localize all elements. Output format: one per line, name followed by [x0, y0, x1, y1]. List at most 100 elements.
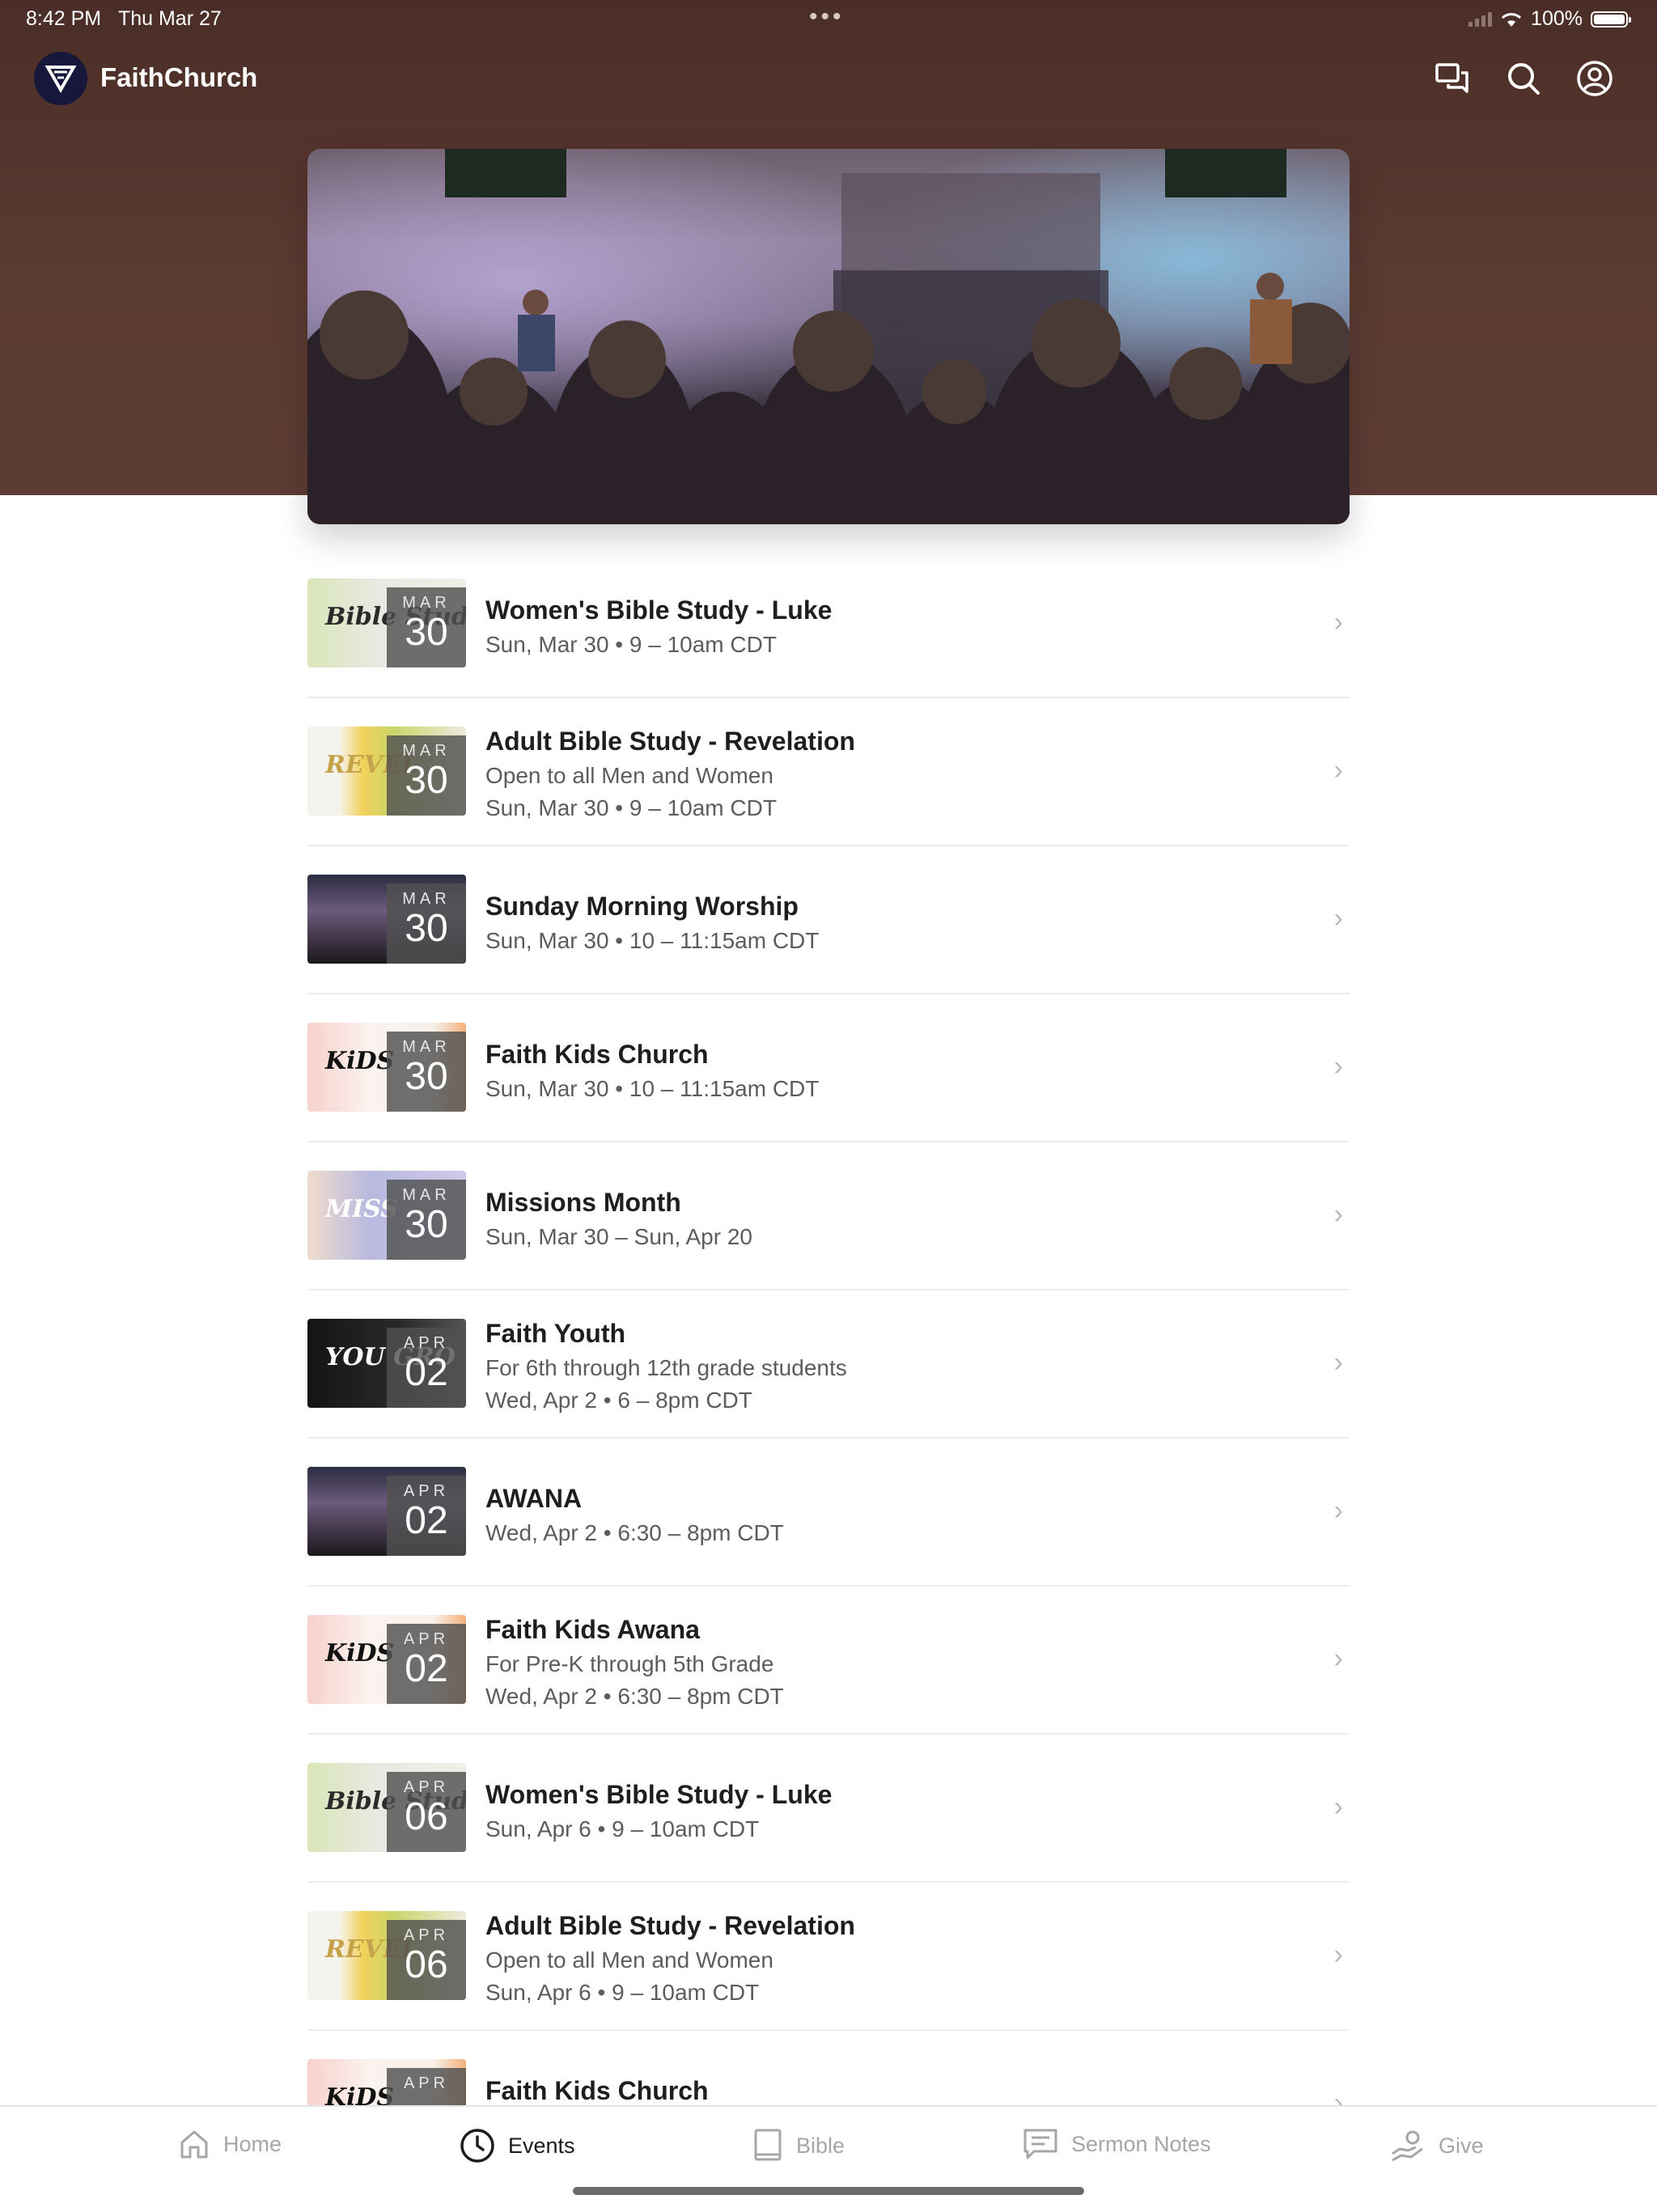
event-row[interactable]: KiDS APR 02 Faith Kids Awana For Pre-K t…: [307, 1587, 1350, 1735]
chevron-right-icon: ›: [1333, 1495, 1343, 1526]
event-month: MAR: [402, 890, 451, 908]
event-art-text: KiDS: [325, 1639, 395, 1667]
home-indicator[interactable]: [573, 2187, 1084, 2195]
home-icon: [180, 2130, 208, 2159]
event-date-badge: APR 06: [387, 1772, 466, 1852]
multitasking-dots-icon[interactable]: •••: [809, 3, 845, 31]
event-thumbnail: Bible Study APR 06: [307, 1763, 466, 1852]
event-title: AWANA: [485, 1484, 583, 1513]
event-month: APR: [403, 1482, 450, 1500]
event-title: Faith Kids Awana: [485, 1615, 700, 1644]
event-info: Faith Youth For 6th through 12th grade s…: [485, 1319, 847, 1413]
event-row[interactable]: REVEL APR 06 Adult Bible Study - Revelat…: [307, 1883, 1350, 2031]
tab-label: Sermon Notes: [1071, 2131, 1211, 2156]
chevron-right-icon: ›: [1333, 755, 1343, 786]
event-date-badge: MAR 30: [387, 1180, 466, 1260]
event-day: 30: [405, 1203, 448, 1246]
tab-home[interactable]: Home: [178, 2128, 282, 2160]
chevron-right-icon: ›: [1333, 1939, 1343, 1970]
event-title: Women's Bible Study - Luke: [485, 595, 833, 625]
event-subtitle: Open to all Men and Women: [485, 1947, 773, 1973]
app-name: FaithChurch: [100, 62, 258, 92]
event-day: 30: [405, 907, 448, 950]
event-row[interactable]: MISS MAR 30 Missions Month Sun, Mar 30 –…: [307, 1142, 1350, 1290]
event-row[interactable]: APR 02 AWANA Wed, Apr 2 • 6:30 – 8pm CDT…: [307, 1439, 1350, 1587]
event-subtitle: For Pre-K through 5th Grade: [485, 1651, 774, 1676]
tab-bible[interactable]: Bible: [752, 2128, 845, 2163]
event-title: Adult Bible Study - Revelation: [485, 1911, 855, 1940]
chevron-right-icon: ›: [1333, 1051, 1343, 1082]
events-list: Bible Study MAR 30 Women's Bible Study -…: [307, 550, 1350, 2179]
cellular-signal-icon: [1468, 11, 1493, 27]
chevron-right-icon: ›: [1333, 1199, 1343, 1230]
chevron-right-icon: ›: [1333, 1643, 1343, 1674]
event-time: Wed, Apr 2 • 6:30 – 8pm CDT: [485, 1520, 784, 1545]
event-date-badge: APR 02: [387, 1624, 466, 1704]
tab-label: Bible: [796, 2133, 845, 2158]
status-time: 8:42 PM Thu Mar 27: [26, 7, 222, 30]
event-row[interactable]: Bible Study APR 06 Women's Bible Study -…: [307, 1735, 1350, 1883]
event-month: MAR: [402, 742, 451, 760]
tab-events[interactable]: Events: [460, 2128, 575, 2163]
event-row[interactable]: REVEL MAR 30 Adult Bible Study - Revelat…: [307, 698, 1350, 846]
chevron-right-icon: ›: [1333, 1791, 1343, 1822]
event-title: Sunday Morning Worship: [485, 892, 799, 921]
event-row[interactable]: Bible Study MAR 30 Women's Bible Study -…: [307, 550, 1350, 698]
event-row[interactable]: MAR 30 Sunday Morning Worship Sun, Mar 3…: [307, 846, 1350, 994]
event-title: Faith Kids Church: [485, 1040, 709, 1069]
chevron-right-icon: ›: [1333, 1347, 1343, 1378]
profile-icon[interactable]: [1573, 57, 1617, 100]
event-title: Faith Youth: [485, 1319, 626, 1348]
event-month: APR: [403, 1926, 450, 1944]
event-thumbnail: YOU GRO APR 02: [307, 1319, 466, 1408]
chat-icon[interactable]: [1430, 57, 1474, 100]
event-info: AWANA Wed, Apr 2 • 6:30 – 8pm CDT: [485, 1484, 784, 1546]
event-info: Faith Kids Awana For Pre-K through 5th G…: [485, 1615, 784, 1710]
battery-icon: [1591, 11, 1631, 28]
tab-give[interactable]: Give: [1390, 2128, 1484, 2163]
battery-percent: 100%: [1531, 7, 1583, 30]
event-art-text: KiDS: [325, 1047, 395, 1075]
search-icon[interactable]: [1502, 57, 1545, 100]
event-month: APR: [403, 2074, 450, 2092]
event-month: APR: [403, 1630, 450, 1648]
wifi-icon: [1502, 12, 1522, 27]
event-info: Sunday Morning Worship Sun, Mar 30 • 10 …: [485, 892, 819, 954]
event-thumbnail: Bible Study MAR 30: [307, 578, 466, 667]
chevron-right-icon: ›: [1333, 903, 1343, 934]
tab-label: Home: [223, 2131, 282, 2156]
event-day: 30: [405, 611, 448, 654]
event-time: Wed, Apr 2 • 6:30 – 8pm CDT: [485, 1684, 784, 1709]
event-time: Sun, Apr 6 • 9 – 10am CDT: [485, 1980, 760, 2005]
event-thumbnail: REVEL APR 06: [307, 1911, 466, 2000]
status-bar: 8:42 PM Thu Mar 27 ••• 100%: [0, 0, 1657, 39]
event-title: Women's Bible Study - Luke: [485, 1780, 833, 1809]
event-month: APR: [403, 1334, 450, 1352]
clock-icon: [460, 2129, 494, 2163]
event-row[interactable]: YOU GRO APR 02 Faith Youth For 6th throu…: [307, 1290, 1350, 1439]
event-month: MAR: [402, 1038, 451, 1056]
faithchurch-logo-icon[interactable]: [34, 52, 87, 105]
event-thumbnail: REVEL MAR 30: [307, 727, 466, 816]
hero-image[interactable]: [307, 149, 1350, 524]
event-title: Faith Kids Church: [485, 2076, 709, 2105]
event-title: Adult Bible Study - Revelation: [485, 727, 855, 756]
tab-sermon-notes[interactable]: Sermon Notes: [1023, 2128, 1211, 2160]
event-row[interactable]: KiDS MAR 30 Faith Kids Church Sun, Mar 3…: [307, 994, 1350, 1142]
notes-icon: [1023, 2129, 1057, 2159]
give-icon: [1392, 2130, 1423, 2162]
event-date-badge: APR 02: [387, 1476, 466, 1556]
event-info: Faith Kids Church Sun, Mar 30 • 10 – 11:…: [485, 1040, 819, 1102]
event-date-badge: APR 06: [387, 1920, 466, 2000]
event-date-badge: APR 02: [387, 1328, 466, 1408]
app-header: FaithChurch: [0, 49, 1657, 110]
event-thumbnail: MISS MAR 30: [307, 1171, 466, 1260]
event-info: Women's Bible Study - Luke Sun, Apr 6 • …: [485, 1780, 832, 1842]
event-time: Sun, Mar 30 • 10 – 11:15am CDT: [485, 1076, 820, 1101]
event-date-badge: MAR 30: [387, 735, 466, 816]
chevron-right-icon: ›: [1333, 607, 1343, 638]
event-thumbnail: APR 02: [307, 1467, 466, 1556]
event-date-badge: MAR 30: [387, 884, 466, 964]
event-day: 06: [405, 1943, 448, 1986]
event-thumbnail: KiDS APR 02: [307, 1615, 466, 1704]
